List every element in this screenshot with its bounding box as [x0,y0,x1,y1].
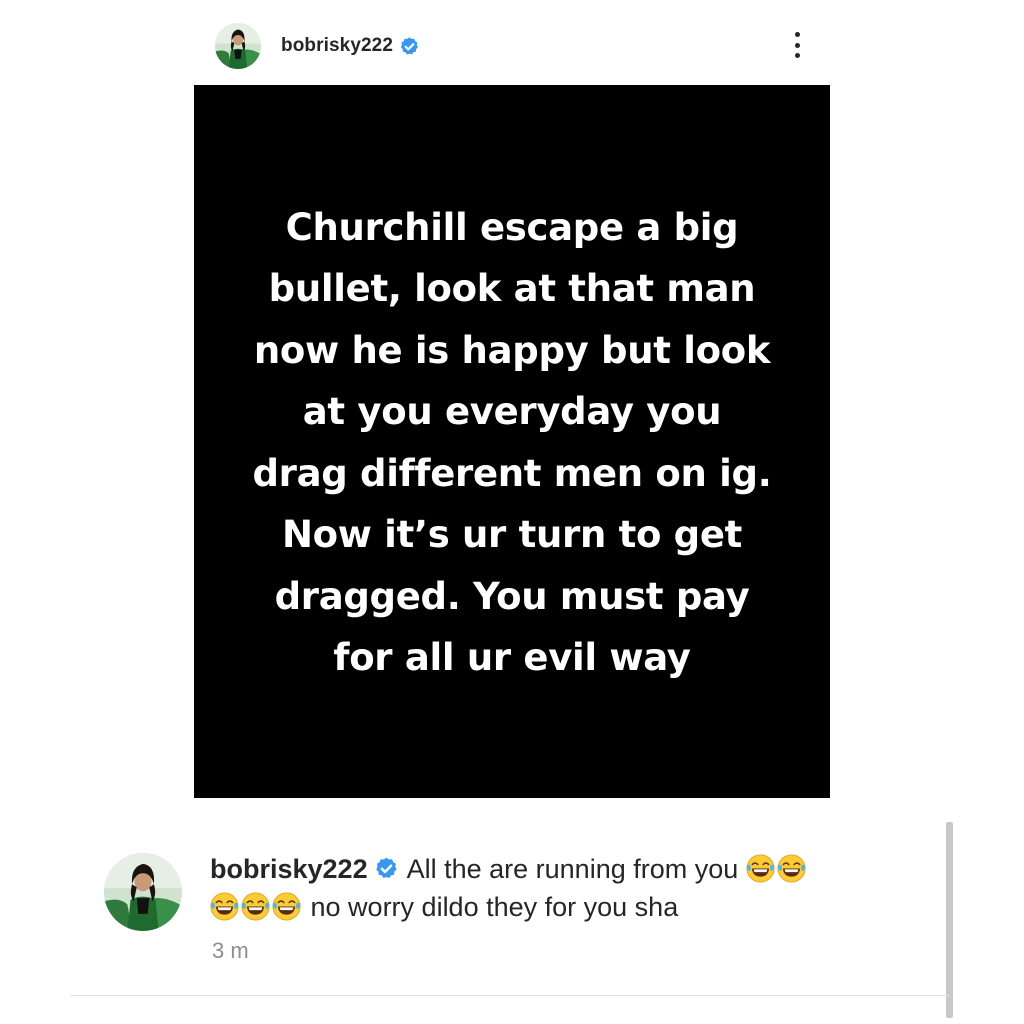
comment-text-part2: no worry dildo they for you sha [310,892,679,922]
post-image-text: Churchill escape a big bullet, look at t… [252,205,772,680]
face-with-tears-of-joy-icon [777,854,806,883]
verified-badge-icon [374,856,399,881]
face-with-tears-of-joy-icon [746,854,775,883]
avatar[interactable] [215,23,261,69]
comment-username[interactable]: bobrisky222 [210,854,368,884]
scrollbar[interactable] [946,822,953,1018]
post-header: bobrisky222 [215,22,815,70]
face-with-tears-of-joy-icon [272,892,301,921]
more-vertical-icon-dot [794,42,800,48]
post-username[interactable]: bobrisky222 [281,35,393,57]
face-with-tears-of-joy-icon [210,892,239,921]
verified-badge-icon [399,36,420,57]
post-image[interactable]: Churchill escape a big bullet, look at t… [194,85,830,798]
face-with-tears-of-joy-icon [241,892,270,921]
more-vertical-icon [794,32,800,37]
comment-timestamp: 3 m [212,938,249,963]
comment-avatar[interactable] [104,853,182,931]
more-options-button[interactable] [790,30,804,60]
comment-text-part1: All the are running from you [406,854,739,884]
comment-body: bobrisky222 All the are running from you … [210,850,910,926]
divider [70,995,950,996]
more-vertical-icon-dot [794,53,800,58]
